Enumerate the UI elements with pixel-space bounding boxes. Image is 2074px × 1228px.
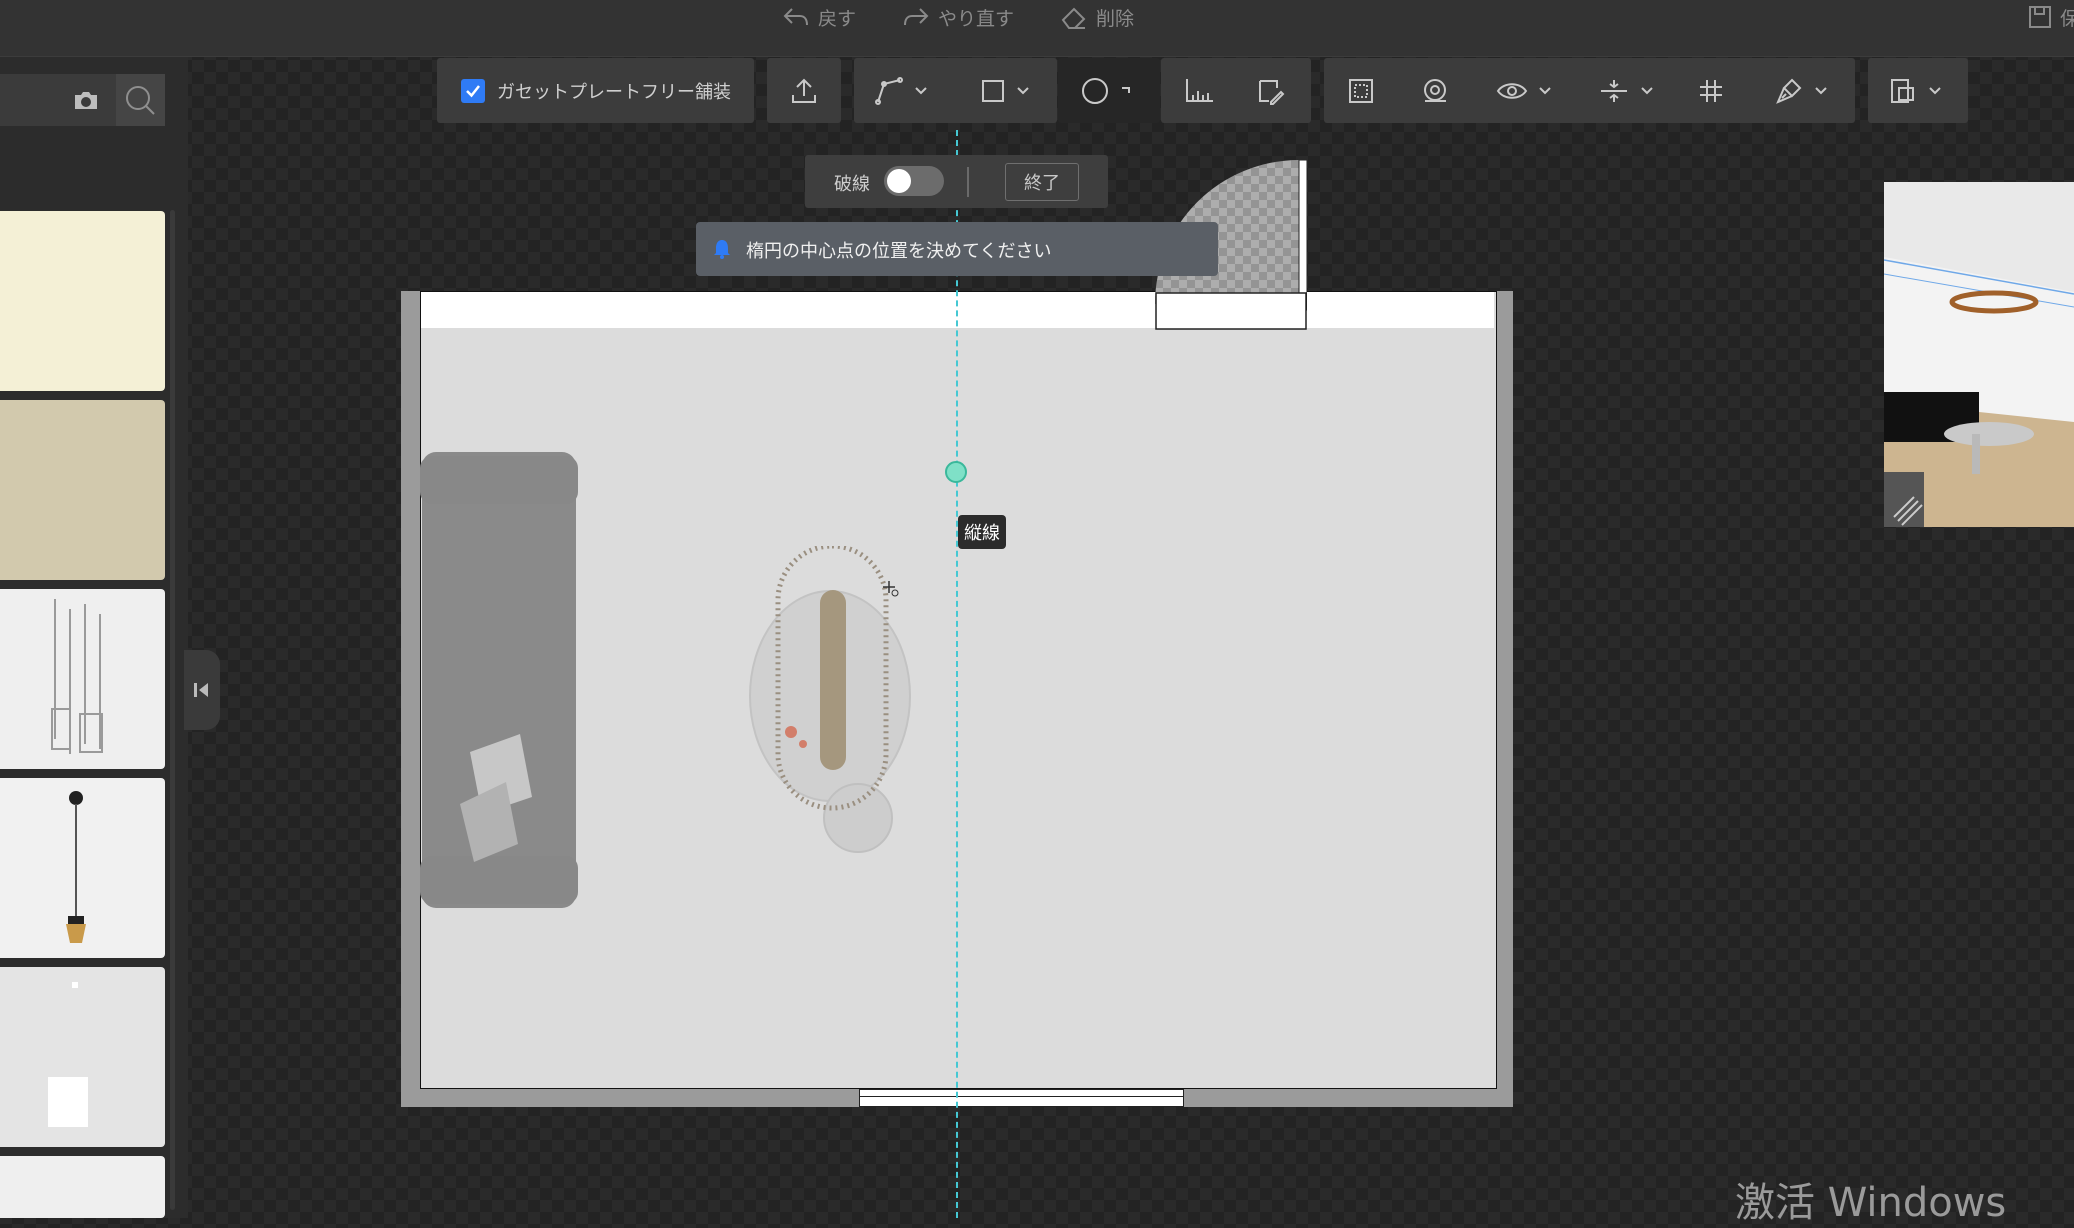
material-thumb-partial[interactable] [0,1156,165,1218]
grid-hash-icon [1700,79,1722,102]
redo-button[interactable]: やり直す [902,0,1014,34]
redo-label: やり直す [938,7,1015,30]
camera-icon[interactable] [72,88,100,112]
gusset-plate-checkbox[interactable]: ガセットプレートフリー舗装 [461,58,731,123]
window-opening[interactable] [859,1089,1184,1107]
undo-label: 戻す [818,7,857,30]
rectangle-tool-button[interactable] [980,58,1030,123]
pen-curve-icon [875,76,903,105]
windows-activation-watermark: 激活 Windows [1735,1180,2007,1226]
ruler-icon [1186,78,1213,102]
select-area-button[interactable] [1346,58,1376,123]
pen-tool-button[interactable] [874,58,928,123]
chevron-down-icon [1017,86,1029,94]
checkbox-checked-icon [461,78,485,103]
undo-icon [783,8,808,26]
material-thumb-chandelier[interactable] [0,589,165,769]
align-button[interactable] [1598,58,1654,123]
upload-icon [792,78,816,103]
save-button[interactable]: 保 [2028,0,2074,34]
sofa[interactable] [420,452,580,908]
divider [967,167,969,197]
finish-button[interactable]: 終了 [1005,163,1079,201]
brush-icon [1776,78,1802,104]
eraser-icon [1061,7,1086,29]
circle-icon [1082,77,1108,104]
chevron-down-icon [1815,86,1827,94]
save-icon [2029,6,2051,28]
undo-button[interactable]: 戻す [782,0,856,34]
material-thumb-cream[interactable] [0,211,165,391]
select-frame-icon [1349,78,1373,103]
ellipse-tool-button[interactable] [1080,58,1132,123]
collapse-left-icon [194,683,208,697]
brush-button[interactable] [1774,58,1828,123]
grid-button[interactable] [1697,58,1725,123]
tape-measure-icon [1424,78,1446,102]
room-floor[interactable] [420,291,1497,1089]
visibility-button[interactable] [1496,58,1552,123]
toast-message: 楕円の中心点の位置を決めてください [746,241,1052,262]
bell-icon [714,240,730,259]
gusset-plate-label: ガセットプレートフリー舗装 [497,81,731,103]
align-center-icon [1601,79,1627,102]
chevron-down-icon [1539,86,1551,94]
measure-tools-group [1161,58,1311,123]
ellipse-tool-group [1058,58,1160,123]
save-label: 保 [2060,7,2074,30]
search-icon [126,86,155,115]
chevron-down-icon [1641,86,1653,94]
upload-group [767,58,841,123]
dimension-tool-button[interactable] [1183,58,1217,123]
chevron-down-icon [915,86,927,94]
corner-arrow-icon [1122,86,1130,93]
vertical-line-tooltip: 縦線 [958,515,1006,549]
delete-label: 削除 [1096,7,1135,30]
edit-panel-icon [1259,79,1285,105]
edit-plan-button[interactable] [1255,58,1285,123]
gusset-plate-group: ガセットプレートフリー舗装 [437,58,754,123]
material-thumb-pendant-lamp[interactable] [0,778,165,958]
view-tools-group [1324,58,1855,123]
layers-copy-icon [1891,78,1914,103]
collapse-panel-button[interactable] [184,650,220,730]
dashed-line-label: 破線 [834,174,870,195]
ellipse-center-marker[interactable] [945,461,967,483]
top-menu-bar [0,0,2074,57]
search-button[interactable] [116,74,165,126]
material-thumb-beige[interactable] [0,400,165,580]
dashed-line-panel: 破線 終了 [805,155,1108,208]
redo-icon [904,8,929,26]
upload-button[interactable] [767,58,841,123]
rectangle-icon [982,79,1004,102]
material-thumb-lamp-white[interactable] [0,967,165,1147]
eye-icon [1496,82,1528,99]
arrange-group [1868,58,1968,123]
3d-preview-window[interactable] [1884,182,2074,527]
dashed-line-toggle[interactable] [884,166,944,196]
crosshair-cursor-icon [883,581,899,597]
instruction-toast: 楕円の中心点の位置を決めてください [696,222,1218,276]
arrange-button[interactable] [1888,58,1942,123]
draw-tools-group [854,58,1057,123]
tape-measure-button[interactable] [1420,58,1450,123]
panel-scrollbar[interactable] [170,210,175,1210]
chevron-down-icon [1929,86,1941,94]
delete-button[interactable]: 削除 [1060,0,1134,34]
vertical-guide-line [956,130,958,1218]
